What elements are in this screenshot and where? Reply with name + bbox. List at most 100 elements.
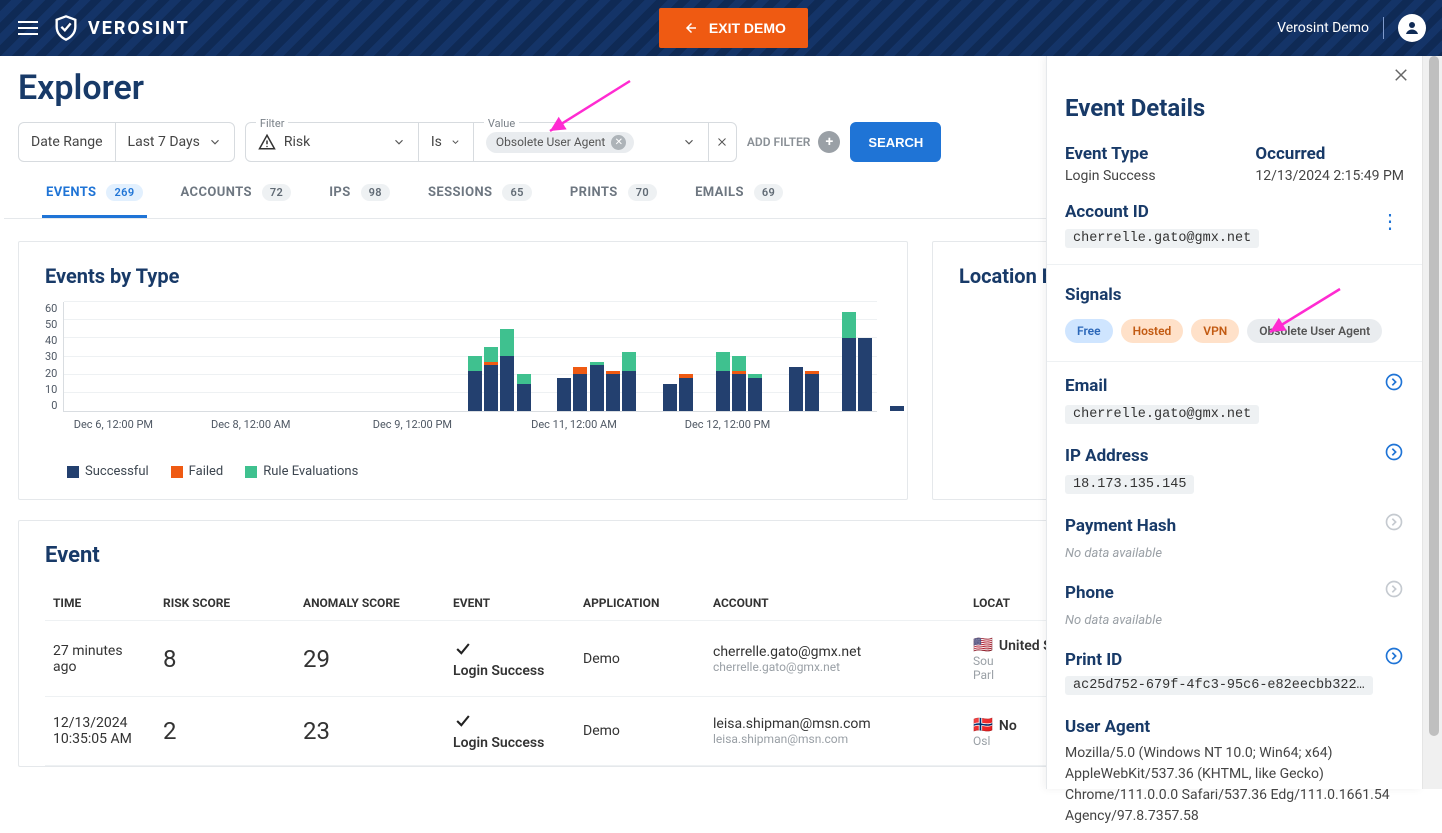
time-sub: 10:35:05 AM [53, 731, 147, 747]
chart-bar [805, 371, 819, 411]
y-tick: 30 [45, 350, 57, 363]
account-id-value: cherrelle.gato@gmx.net [1065, 229, 1259, 248]
legend-failed: Failed [171, 464, 224, 479]
add-filter-label: ADD FILTER [747, 135, 811, 149]
scrollbar-thumb[interactable] [1429, 56, 1439, 736]
filter-remove-button[interactable] [708, 123, 736, 161]
filter-value-chip: Obsolete User Agent ✕ [486, 132, 634, 153]
phone-label: Phone [1065, 583, 1114, 603]
search-button[interactable]: SEARCH [850, 122, 941, 162]
top-nav: VEROSINT EXIT DEMO Verosint Demo [0, 0, 1442, 56]
account-name[interactable]: Verosint Demo [1277, 20, 1369, 36]
chart-y-axis: 6050403020100 [45, 302, 63, 412]
filter-operator-value: Is [431, 134, 442, 150]
scrollbar-track[interactable] [1422, 56, 1442, 789]
tab-label: EVENTS [46, 185, 96, 200]
chart-bar [557, 378, 571, 411]
table-header: TIME [45, 586, 155, 621]
arrow-circle-right-icon [1384, 372, 1404, 392]
email-label: Email [1065, 376, 1107, 396]
account-id-label: Account ID [1065, 202, 1259, 222]
filter-operator-select[interactable]: Is [419, 123, 473, 161]
time-main: 12/13/2024 [53, 715, 147, 731]
email-value: cherrelle.gato@gmx.net [1065, 405, 1259, 424]
occurred-value: 12/13/2024 2:15:49 PM [1255, 168, 1404, 184]
occurred-label: Occurred [1255, 144, 1404, 164]
ip-value: 18.173.135.145 [1065, 475, 1194, 494]
table-header: RISK SCORE [155, 586, 295, 621]
ip-expand-button[interactable] [1384, 442, 1404, 466]
tab-emails[interactable]: EMAILS69 [691, 184, 787, 218]
event-type-label: Event Type [1065, 144, 1156, 164]
chart-x-axis: Dec 6, 12:00 PMDec 8, 12:00 AMDec 9, 12:… [73, 418, 881, 434]
nav-divider [1383, 17, 1384, 39]
tab-count: 269 [106, 184, 142, 201]
print-label: Print ID [1065, 650, 1122, 670]
account-sub: cherrelle.gato@gmx.net [713, 660, 957, 674]
signal-pill[interactable]: Obsolete User Agent [1247, 319, 1382, 343]
payment-value: No data available [1065, 546, 1162, 561]
location-main: No [999, 718, 1017, 734]
date-range-value: Last 7 Days [128, 134, 200, 150]
tab-ips[interactable]: IPS98 [325, 184, 394, 218]
account-main: cherrelle.gato@gmx.net [713, 644, 957, 660]
events-by-type-title: Events by Type [45, 264, 881, 288]
user-icon [1403, 19, 1421, 37]
tab-events[interactable]: EVENTS 269 [42, 184, 147, 218]
signal-pill[interactable]: VPN [1191, 319, 1239, 343]
brand-name: VEROSINT [88, 18, 190, 39]
avatar[interactable] [1398, 14, 1426, 42]
tab-accounts[interactable]: ACCOUNTS72 [177, 184, 296, 218]
more-actions-button[interactable]: ⋮ [1376, 205, 1404, 237]
tab-count: 69 [754, 184, 783, 201]
print-expand-button[interactable] [1384, 646, 1404, 670]
email-expand-button[interactable] [1384, 372, 1404, 396]
tab-count: 65 [502, 184, 531, 201]
filter-field-select[interactable]: Filter Risk [246, 123, 418, 161]
chart-bar [842, 312, 856, 411]
menu-icon[interactable] [16, 16, 40, 40]
phone-value: No data available [1065, 613, 1162, 628]
event-name: Login Success [453, 663, 567, 679]
chart-bar [679, 374, 693, 411]
application: Demo [575, 621, 705, 697]
signals-label: Signals [1065, 285, 1404, 305]
application: Demo [575, 697, 705, 766]
filter-value-select[interactable]: Value Obsolete User Agent ✕ [474, 123, 708, 161]
brand-logo[interactable]: VEROSINT [52, 14, 190, 42]
exit-demo-button[interactable]: EXIT DEMO [659, 8, 808, 48]
print-value: ac25d752-679f-4fc3-95c6-e82eecbb322… [1065, 676, 1373, 695]
chart-bar [890, 406, 904, 412]
tab-sessions[interactable]: SESSIONS65 [424, 184, 536, 218]
close-icon [1392, 66, 1410, 84]
check-icon [453, 639, 567, 663]
events-by-type-card: Events by Type 6050403020100 Dec 6, 12:0… [18, 241, 908, 500]
y-tick: 40 [45, 334, 57, 347]
shield-icon [52, 14, 80, 42]
drawer-close-button[interactable] [1392, 66, 1410, 88]
arrow-circle-right-icon [1384, 512, 1404, 532]
add-filter-button[interactable]: ADD FILTER + [747, 131, 841, 153]
signal-pill[interactable]: Hosted [1121, 319, 1184, 343]
y-tick: 50 [45, 318, 57, 331]
tab-label: PRINTS [570, 185, 618, 200]
signal-pill[interactable]: Free [1065, 319, 1113, 343]
x-tick: Dec 11, 12:00 AM [531, 418, 617, 431]
chart-bar [573, 367, 587, 411]
check-icon [453, 711, 567, 735]
ip-label: IP Address [1065, 446, 1148, 466]
x-tick: Dec 6, 12:00 PM [74, 418, 153, 431]
tab-prints[interactable]: PRINTS70 [566, 184, 661, 218]
chart-bar [716, 352, 730, 411]
chip-remove-icon[interactable]: ✕ [611, 135, 626, 150]
arrow-circle-right-icon [1384, 579, 1404, 599]
chart-bar [590, 362, 604, 411]
chart-legend: Successful Failed Rule Evaluations [45, 464, 881, 479]
chart-bar [484, 347, 498, 411]
filter-field-value: Risk [284, 134, 310, 150]
ua-value: Mozilla/5.0 (Windows NT 10.0; Win64; x64… [1065, 743, 1404, 827]
date-range-select[interactable]: Date Range Last 7 Days [18, 122, 235, 162]
arrow-circle-right-icon [1384, 442, 1404, 462]
filter-value-float-label: Value [484, 117, 519, 130]
phone-expand-button [1384, 579, 1404, 603]
